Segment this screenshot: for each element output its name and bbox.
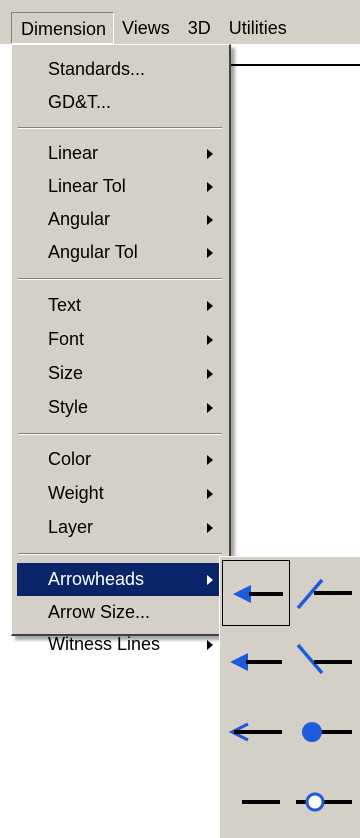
menu-item-label: Text bbox=[48, 295, 82, 315]
menu-item-size[interactable]: Size bbox=[17, 357, 223, 390]
menu-separator bbox=[18, 433, 222, 435]
menu-item-weight[interactable]: Weight bbox=[17, 477, 223, 510]
menu-item-label: Style bbox=[48, 397, 89, 417]
submenu-arrow-icon bbox=[207, 335, 213, 345]
menu-item-witness-lines[interactable]: Witness Lines bbox=[17, 628, 223, 661]
menu-item-label: Font bbox=[48, 329, 85, 349]
submenu-arrow-icon bbox=[207, 215, 213, 225]
menu-separator bbox=[18, 278, 222, 280]
menu-item-text[interactable]: Text bbox=[17, 289, 223, 322]
menu-item-label: GD&T... bbox=[48, 92, 112, 112]
menu-views[interactable]: Views bbox=[114, 12, 179, 44]
submenu-arrow-icon bbox=[207, 523, 213, 533]
menu-bar: Dimension Views 3D Utilities bbox=[0, 0, 360, 44]
menu-item-layer[interactable]: Layer bbox=[17, 511, 223, 544]
submenu-arrow-icon bbox=[207, 369, 213, 379]
submenu-arrow-icon bbox=[207, 575, 213, 585]
submenu-arrow-icon bbox=[207, 455, 213, 465]
menu-item-linear[interactable]: Linear bbox=[17, 137, 223, 170]
menu-item-label: Arrowheads bbox=[48, 569, 145, 589]
menu-item-gdt[interactable]: GD&T... bbox=[17, 86, 223, 119]
menu-3d[interactable]: 3D bbox=[179, 12, 220, 44]
menu-item-color[interactable]: Color bbox=[17, 443, 223, 476]
submenu-arrow-icon bbox=[207, 248, 213, 258]
open-arrow-left-icon[interactable] bbox=[222, 699, 290, 765]
submenu-arrow-icon bbox=[207, 149, 213, 159]
menu-item-label: Arrow Size... bbox=[48, 602, 151, 622]
submenu-arrow-icon bbox=[207, 640, 213, 650]
drawing-line bbox=[230, 64, 360, 66]
menu-item-font[interactable]: Font bbox=[17, 323, 223, 356]
menu-item-angular[interactable]: Angular bbox=[17, 203, 223, 236]
no-arrow-line-icon[interactable] bbox=[222, 769, 290, 835]
dimension-dropdown: Standards... GD&T... Linear Linear Tol A… bbox=[11, 44, 231, 654]
submenu-arrow-icon bbox=[207, 403, 213, 413]
menu-item-linear-tol[interactable]: Linear Tol bbox=[17, 170, 223, 203]
submenu-arrow-icon bbox=[207, 301, 213, 311]
menu-item-label: Size bbox=[48, 363, 84, 383]
menu-item-style[interactable]: Style bbox=[17, 391, 223, 424]
menu-item-label: Linear Tol bbox=[48, 176, 126, 196]
slash-tick-up-icon[interactable] bbox=[292, 560, 360, 626]
menu-item-label: Weight bbox=[48, 483, 104, 503]
menu-item-arrowheads[interactable]: Arrowheads bbox=[17, 563, 223, 596]
arrowheads-submenu bbox=[219, 556, 360, 838]
submenu-arrow-icon bbox=[207, 489, 213, 499]
menu-item-label: Angular Tol bbox=[48, 242, 138, 262]
menu-item-label: Linear bbox=[48, 143, 99, 163]
filled-arrow-left-icon-2[interactable] bbox=[222, 629, 290, 695]
menu-item-label: Layer bbox=[48, 517, 94, 537]
open-circle-icon[interactable] bbox=[292, 769, 360, 835]
submenu-arrow-icon bbox=[207, 182, 213, 192]
menu-item-label: Standards... bbox=[48, 59, 146, 79]
slash-tick-down-icon[interactable] bbox=[292, 629, 360, 695]
menu-separator bbox=[18, 127, 222, 129]
menu-item-label: Angular bbox=[48, 209, 111, 229]
menu-dimension[interactable]: Dimension bbox=[11, 12, 115, 44]
menu-item-arrow-size[interactable]: Arrow Size... bbox=[17, 596, 223, 629]
menu-item-standards[interactable]: Standards... bbox=[17, 53, 223, 86]
menu-item-label: Color bbox=[48, 449, 92, 469]
menu-item-label: Witness Lines bbox=[48, 634, 161, 654]
menu-separator bbox=[18, 553, 222, 555]
filled-arrow-left-icon[interactable] bbox=[222, 560, 290, 626]
filled-dot-icon[interactable] bbox=[292, 699, 360, 765]
menu-utilities[interactable]: Utilities bbox=[220, 12, 296, 44]
menu-item-angular-tol[interactable]: Angular Tol bbox=[17, 236, 223, 269]
